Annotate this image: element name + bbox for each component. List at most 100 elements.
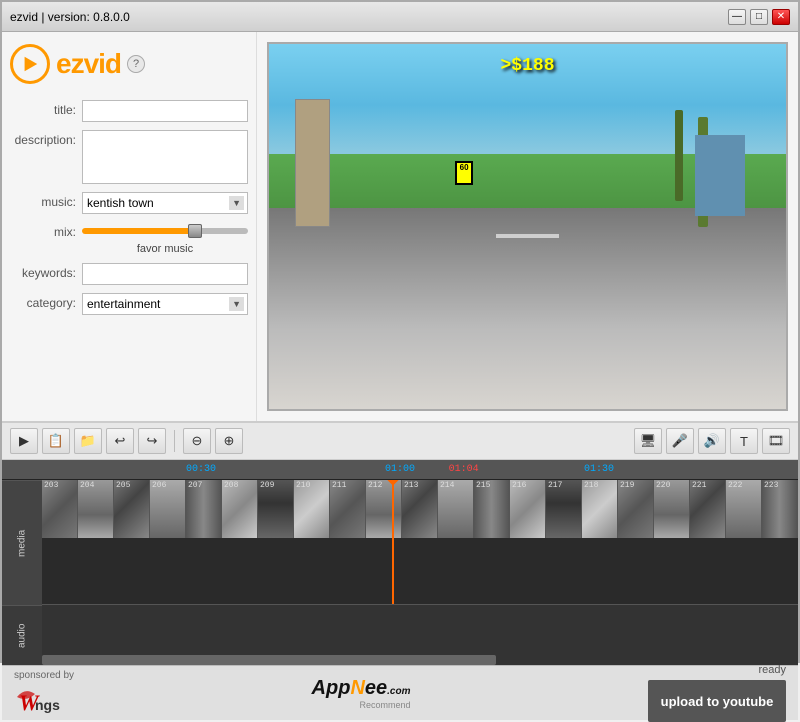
clip-thumb[interactable]: 209 — [258, 480, 294, 538]
time-marker-0100: 01:00 — [385, 464, 415, 475]
category-row: category: entertainment — [10, 293, 248, 315]
zoom-out-button[interactable]: ⊖ — [183, 428, 211, 454]
clip-thumb[interactable]: 204 — [78, 480, 114, 538]
timeline-labels: media audio — [2, 480, 42, 665]
main-area: ezvid ? title: description: music: kenti… — [2, 32, 798, 422]
title-input[interactable] — [82, 100, 248, 122]
mix-row: mix: — [10, 222, 248, 239]
clip-thumb[interactable]: 211 — [330, 480, 366, 538]
clip-thumb[interactable]: 210 — [294, 480, 330, 538]
film-button[interactable]: 🎞 — [762, 428, 790, 454]
sponsor-text: sponsored by — [14, 670, 74, 682]
music-select[interactable]: kentish town — [82, 192, 248, 214]
clip-thumb[interactable]: 221 — [690, 480, 726, 538]
video-preview: >$188 60 — [267, 42, 788, 411]
add-clip-button[interactable]: 📋 — [42, 428, 70, 454]
undo-icon: ↩ — [115, 433, 126, 449]
zoom-out-icon: ⊖ — [192, 433, 203, 449]
sponsor-area: sponsored by W ngs — [14, 670, 74, 717]
redo-icon: ↪ — [147, 433, 158, 449]
text-button[interactable]: T — [730, 428, 758, 454]
keywords-label: keywords: — [10, 263, 82, 280]
keywords-input[interactable] — [82, 263, 248, 285]
clip-thumb[interactable]: 203 — [42, 480, 78, 538]
help-icon[interactable]: ? — [127, 55, 145, 73]
minimize-button[interactable]: — — [728, 9, 746, 25]
audio-waveform — [42, 605, 798, 665]
play-icon — [21, 55, 39, 73]
timeline-content: media audio 2032042052062072082092102112… — [2, 480, 798, 665]
music-row: music: kentish town — [10, 192, 248, 214]
undo-button[interactable]: ↩ — [106, 428, 134, 454]
music-label: music: — [10, 192, 82, 209]
clip-thumb[interactable]: 223 — [762, 480, 798, 538]
svg-text:ngs: ngs — [35, 697, 60, 713]
clip-thumb[interactable]: 216 — [510, 480, 546, 538]
building — [695, 135, 745, 215]
playhead — [392, 480, 394, 604]
clip-thumb[interactable]: 208 — [222, 480, 258, 538]
titlebar: ezvid | version: 0.8.0.0 — □ ✕ — [2, 2, 798, 32]
clip-thumb[interactable]: 218 — [582, 480, 618, 538]
clip-thumb[interactable]: 222 — [726, 480, 762, 538]
logo-text: ezvid — [56, 48, 121, 80]
description-input[interactable] — [82, 130, 248, 184]
description-label: description: — [10, 130, 82, 147]
keywords-row: keywords: — [10, 263, 248, 285]
add-clip-icon: 📋 — [48, 433, 64, 449]
audio-wave-bar — [42, 655, 496, 665]
clip-thumb[interactable]: 220 — [654, 480, 690, 538]
clip-thumb[interactable]: 214 — [438, 480, 474, 538]
monitor-icon: 🖥 — [640, 433, 657, 449]
maximize-button[interactable]: □ — [750, 9, 768, 25]
clip-thumb[interactable]: 217 — [546, 480, 582, 538]
media-track: 2032042052062072082092102112122132142152… — [42, 480, 798, 605]
clip-thumb[interactable]: 207 — [186, 480, 222, 538]
mix-slider[interactable] — [82, 228, 248, 234]
clip-thumb[interactable]: 206 — [150, 480, 186, 538]
video-canvas: >$188 60 — [269, 44, 786, 409]
speaker-button[interactable]: 🔊 — [698, 428, 726, 454]
sponsor-logo: W ngs — [17, 682, 72, 717]
speaker-icon: 🔊 — [704, 433, 720, 449]
audio-label: audio — [2, 605, 42, 665]
zoom-in-button[interactable]: ⊕ — [215, 428, 243, 454]
clip-thumb[interactable]: 219 — [618, 480, 654, 538]
time-marker-current: 01:04 — [449, 464, 479, 475]
clip-thumb[interactable]: 213 — [402, 480, 438, 538]
category-select-wrapper: entertainment — [82, 293, 248, 315]
mic-button[interactable]: 🎤 — [666, 428, 694, 454]
mic-icon: 🎤 — [672, 433, 688, 449]
category-label: category: — [10, 293, 82, 310]
road-bg — [269, 208, 786, 409]
time-marker-0130: 01:30 — [584, 464, 614, 475]
clip-thumb[interactable]: 205 — [114, 480, 150, 538]
monitor-button[interactable]: 🖥 — [634, 428, 662, 454]
description-row: description: — [10, 130, 248, 184]
clip-thumb[interactable]: 212 — [366, 480, 402, 538]
film-icon: 🎞 — [768, 433, 785, 449]
audio-track — [42, 605, 798, 665]
time-marker-0030: 00:30 — [186, 464, 216, 475]
clip-thumb[interactable]: 215 — [474, 480, 510, 538]
appnee-text: AppNee.com — [312, 677, 411, 700]
logo-area: ezvid ? — [10, 44, 248, 84]
toolbar-area: ▶ 📋 📁 ↩ ↪ ⊖ ⊕ 🖥 🎤 🔊 T 🎞 — [2, 422, 798, 460]
window-controls: — □ ✕ — [728, 9, 790, 25]
logo-icon — [10, 44, 50, 84]
redo-button[interactable]: ↪ — [138, 428, 166, 454]
palm-tree-2 — [675, 110, 683, 201]
play-button[interactable]: ▶ — [10, 428, 38, 454]
toolbar-divider-1 — [174, 430, 175, 452]
close-button[interactable]: ✕ — [772, 9, 790, 25]
category-select[interactable]: entertainment — [82, 293, 248, 315]
open-folder-icon: 📁 — [80, 433, 96, 449]
upload-button[interactable]: upload to youtube — [648, 680, 786, 722]
video-score: >$188 — [500, 56, 554, 76]
appnee-logo: AppNee.com Recommend — [312, 677, 411, 710]
status-area: ready upload to youtube — [648, 664, 786, 722]
speed-sign: 60 — [455, 161, 473, 185]
open-folder-button[interactable]: 📁 — [74, 428, 102, 454]
play-icon: ▶ — [19, 433, 29, 449]
timeline-header: 00:30 01:00 01:04 01:30 — [2, 460, 798, 480]
